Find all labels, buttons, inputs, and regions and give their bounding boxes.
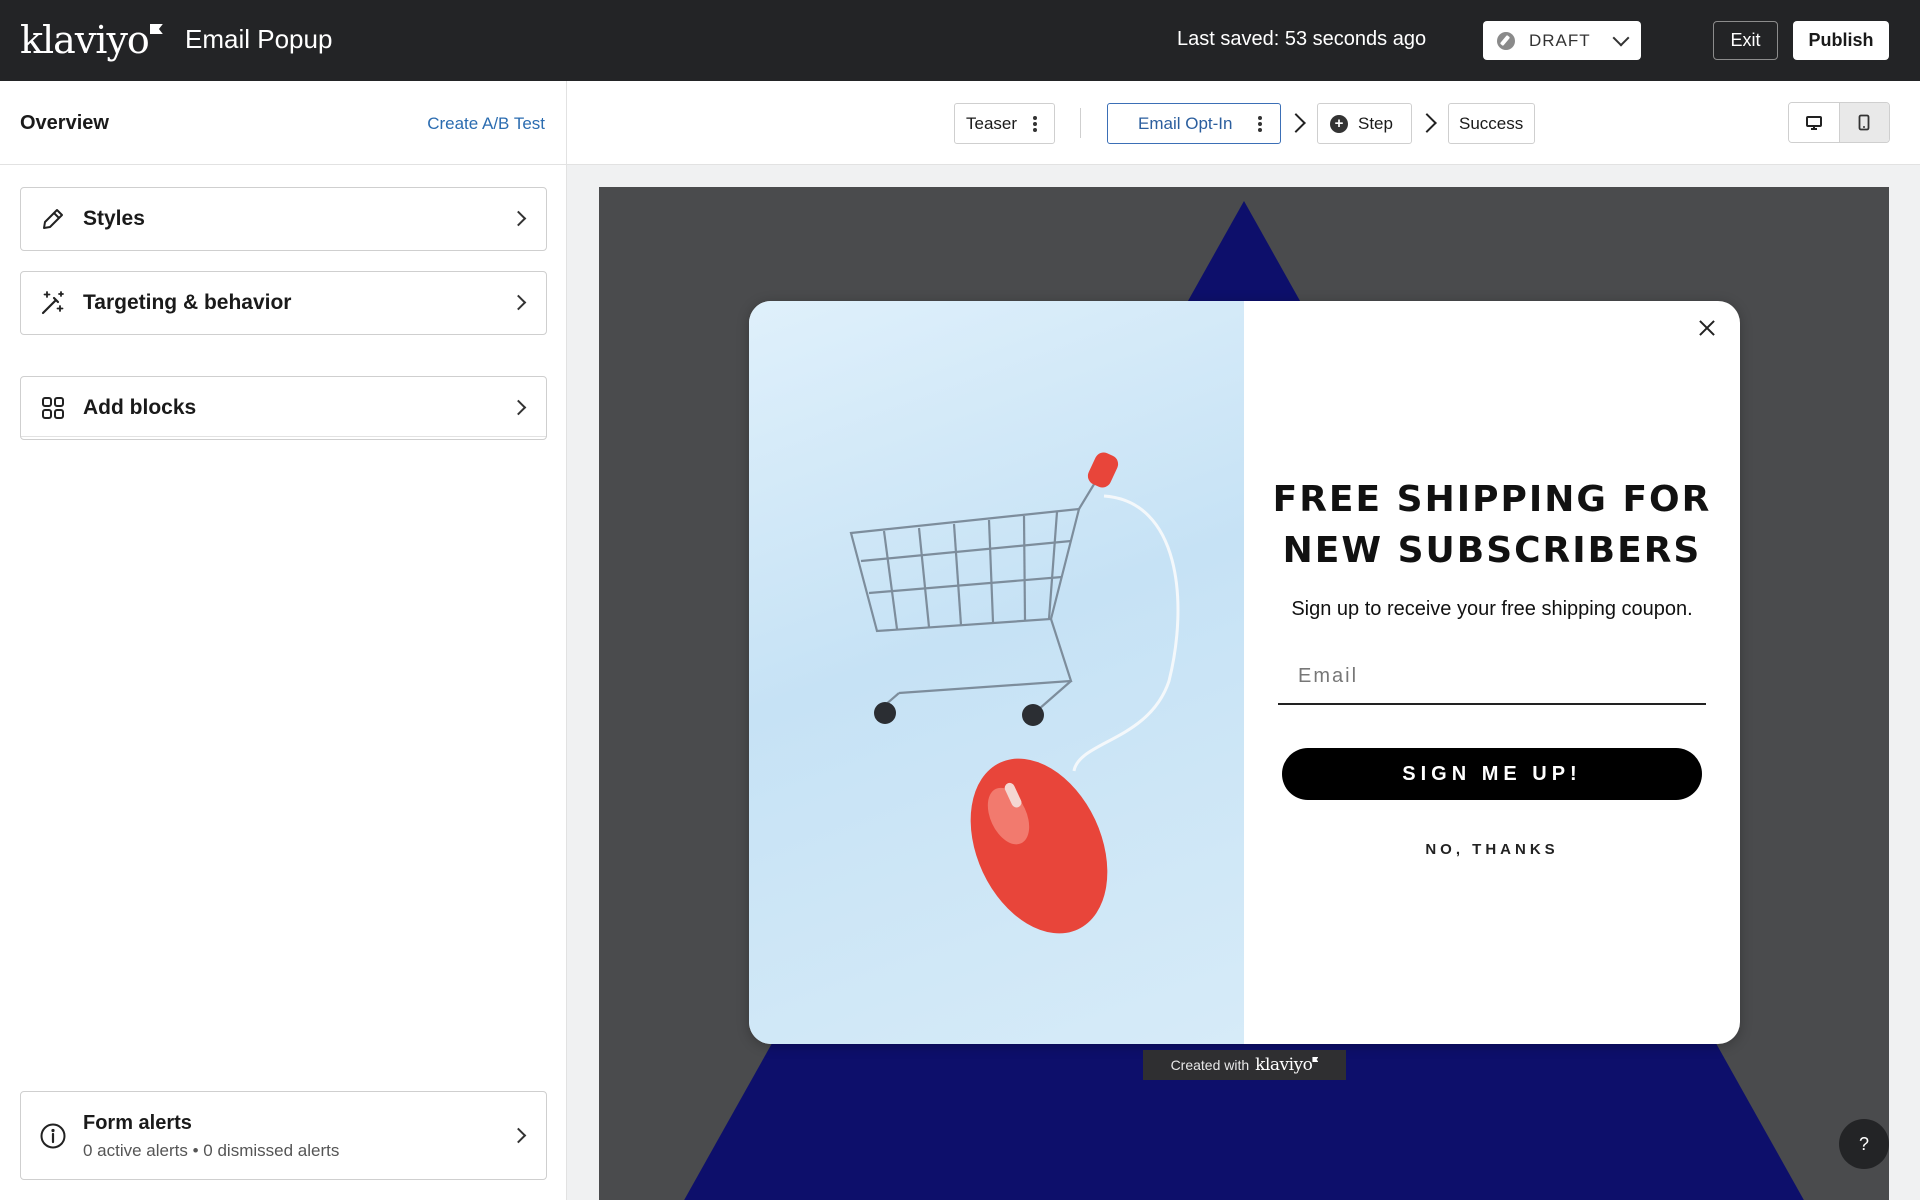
- sidebar-header: Overview Create A/B Test: [0, 81, 566, 165]
- close-icon[interactable]: [1696, 317, 1718, 339]
- info-icon: [39, 1122, 67, 1150]
- desktop-icon: [1805, 115, 1822, 130]
- no-thanks-button[interactable]: NO, THANKS: [1244, 841, 1740, 858]
- magic-wand-icon: [39, 289, 67, 317]
- publish-button[interactable]: Publish: [1793, 21, 1889, 60]
- tab-email-opt-in[interactable]: Email Opt-In: [1107, 103, 1281, 144]
- sidebar-item-targeting[interactable]: Targeting & behavior: [20, 271, 547, 335]
- tab-label: Teaser: [966, 113, 1018, 133]
- form-alerts-title: Form alerts: [83, 1112, 192, 1134]
- sidebar-item-label: Styles: [83, 207, 145, 230]
- form-alerts-card[interactable]: Form alerts 0 active alerts • 0 dismisse…: [20, 1091, 547, 1180]
- page-title: Email Popup: [185, 24, 333, 54]
- overview-heading: Overview: [20, 112, 109, 134]
- mobile-icon: [1858, 114, 1870, 131]
- logo-flag-icon: [1312, 1057, 1319, 1062]
- popup-subline[interactable]: Sign up to receive your free shipping co…: [1244, 598, 1740, 621]
- last-saved-status: Last saved: 53 seconds ago: [1177, 28, 1427, 50]
- step-separator: [1080, 108, 1081, 138]
- more-vertical-icon[interactable]: [1258, 114, 1263, 134]
- shopping-cart-mouse-image: [749, 301, 1244, 1044]
- add-step-button[interactable]: + Step: [1317, 103, 1412, 144]
- help-button[interactable]: ?: [1839, 1119, 1889, 1169]
- pencil-icon: [39, 205, 67, 233]
- email-field[interactable]: [1278, 649, 1706, 705]
- sidebar-item-label: Targeting & behavior: [83, 291, 292, 314]
- sign-me-up-button[interactable]: SIGN ME UP!: [1282, 748, 1702, 800]
- created-with-text: Created with: [1170, 1057, 1250, 1073]
- status-dropdown-value: DRAFT: [1529, 30, 1591, 50]
- sidebar: Overview Create A/B Test Styles Targetin…: [0, 81, 567, 1200]
- tab-success[interactable]: Success: [1448, 103, 1535, 144]
- draft-pencil-icon: [1497, 31, 1515, 50]
- sidebar-item-label: Add blocks: [83, 396, 197, 419]
- popup-headline[interactable]: FREE SHIPPING FOR NEW SUBSCRIBERS: [1264, 474, 1720, 576]
- chevron-right-icon: [510, 1127, 527, 1144]
- chevron-right-icon: [510, 294, 527, 311]
- exit-button[interactable]: Exit: [1713, 21, 1778, 60]
- grid-icon: [39, 394, 67, 422]
- form-alerts-subtitle: 0 active alerts • 0 dismissed alerts: [83, 1141, 340, 1160]
- klaviyo-logo: klaviyo: [1255, 1055, 1319, 1075]
- desktop-view-button[interactable]: [1789, 103, 1840, 142]
- chevron-right-icon: [510, 399, 527, 416]
- sidebar-item-styles[interactable]: Styles: [20, 187, 547, 251]
- sidebar-item-add-blocks[interactable]: Add blocks: [20, 376, 547, 440]
- popup-preview[interactable]: FREE SHIPPING FOR NEW SUBSCRIBERS Sign u…: [749, 301, 1740, 1044]
- mobile-view-button[interactable]: [1839, 103, 1889, 142]
- popup-content: FREE SHIPPING FOR NEW SUBSCRIBERS Sign u…: [1244, 301, 1740, 1044]
- plus-circle-icon: +: [1330, 114, 1348, 133]
- status-dropdown[interactable]: DRAFT: [1483, 21, 1641, 60]
- chevron-right-icon: [1417, 113, 1437, 133]
- create-ab-test-link[interactable]: Create A/B Test: [427, 114, 545, 134]
- chevron-down-icon: [1612, 29, 1630, 47]
- tab-label: Success: [1459, 113, 1524, 133]
- logo-flag-icon: [149, 24, 163, 34]
- logo-text: klaviyo: [20, 18, 150, 62]
- chevron-right-icon: [1286, 113, 1306, 133]
- device-toggle: [1788, 102, 1890, 143]
- tab-label: Step: [1358, 113, 1393, 133]
- top-bar: klaviyo Email Popup Last saved: 53 secon…: [0, 0, 1920, 81]
- tab-label: Email Opt-In: [1138, 113, 1233, 133]
- chevron-right-icon: [510, 210, 527, 227]
- tab-teaser[interactable]: Teaser: [954, 103, 1055, 144]
- klaviyo-logo[interactable]: klaviyo: [20, 18, 163, 62]
- created-with-badge: Created with klaviyo: [1143, 1050, 1346, 1080]
- logo-text: klaviyo: [1255, 1055, 1313, 1075]
- more-vertical-icon[interactable]: [1033, 114, 1038, 134]
- step-bar: Teaser Email Opt-In + Step Success: [567, 81, 1920, 165]
- cart-illustration: [849, 452, 1180, 934]
